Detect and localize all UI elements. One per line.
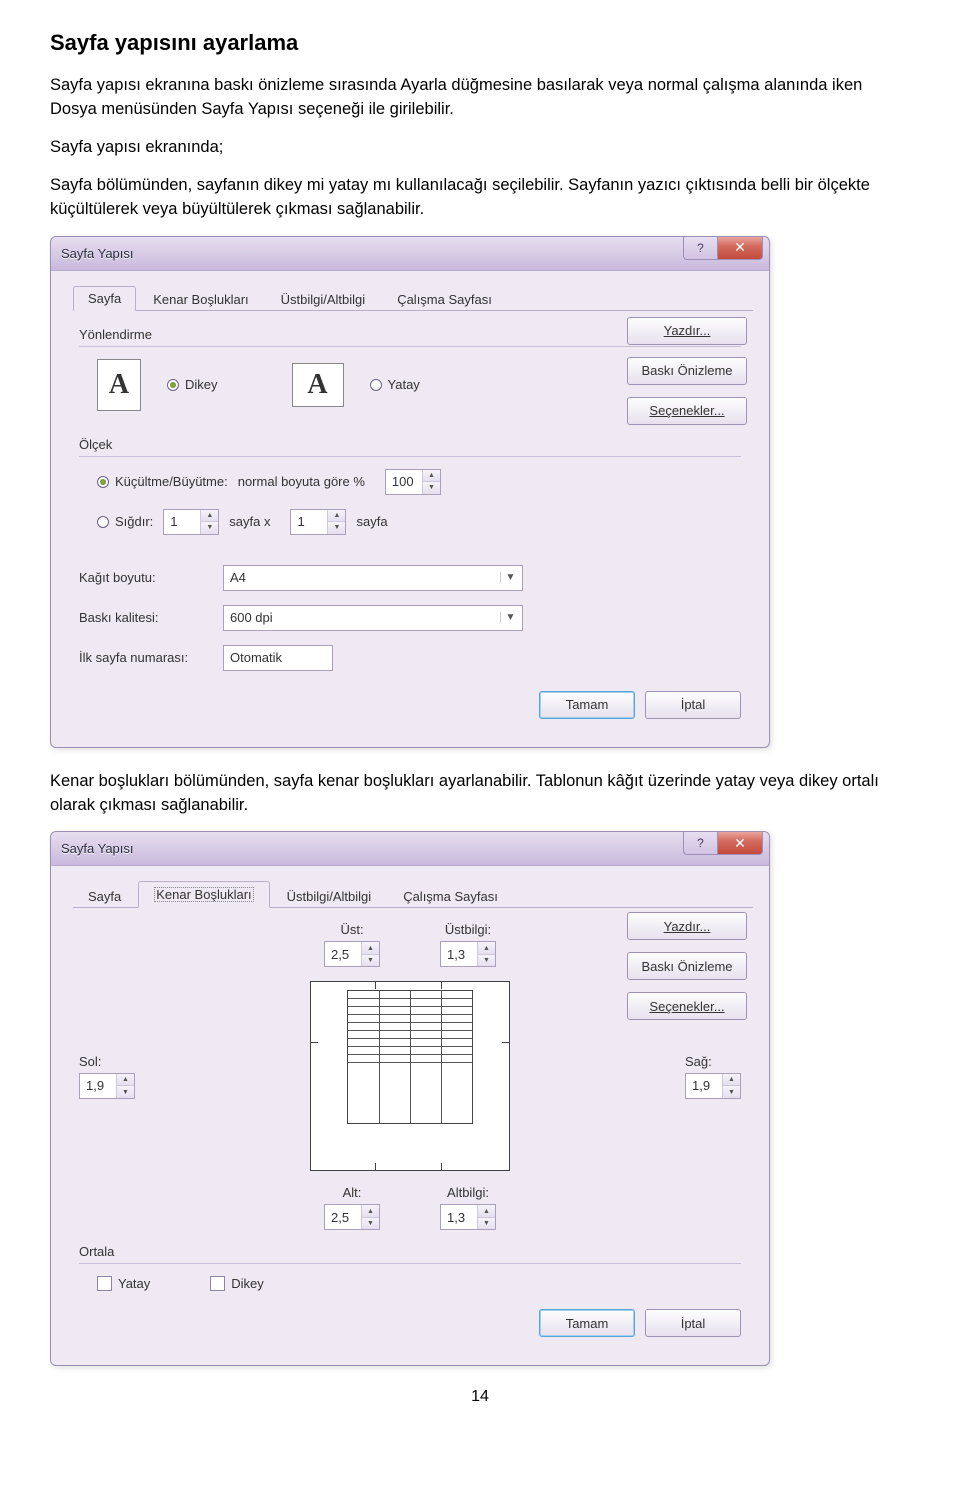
tabs: Sayfa Kenar Boşlukları Üstbilgi/Altbilgi… [73,880,753,908]
center-horizontal-checkbox[interactable]: Yatay [97,1276,150,1291]
header-margin-label: Üstbilgi: [445,922,491,937]
page-number: 14 [50,1388,910,1406]
fit-width-spinner[interactable]: 1 ▲▼ [163,509,219,535]
options-button[interactable]: Seçenekler... [627,992,747,1020]
print-quality-select[interactable]: 600 dpi▼ [223,605,523,631]
tab-calisma[interactable]: Çalışma Sayfası [382,287,507,311]
portrait-icon: A [97,359,141,411]
tab-calisma[interactable]: Çalışma Sayfası [388,884,513,908]
print-button[interactable]: Yazdır... [627,912,747,940]
header-margin-spinner[interactable]: 1,3 ▲▼ [440,941,496,967]
left-margin-spinner[interactable]: 1,9 ▲▼ [79,1073,135,1099]
right-margin-spinner[interactable]: 1,9 ▲▼ [685,1073,741,1099]
paragraph-4: Kenar boşlukları bölümünden, sayfa kenar… [50,770,910,818]
preview-button[interactable]: Baskı Önizleme [627,357,747,385]
first-page-input[interactable]: Otomatik [223,645,333,671]
help-button[interactable]: ? [683,236,717,260]
fit-tail-label: sayfa [356,514,387,529]
dialog-title: Sayfa Yapısı [61,841,134,856]
bottom-margin-label: Alt: [343,1185,362,1200]
tab-sayfa[interactable]: Sayfa [73,884,136,908]
fit-mid-label: sayfa x [229,514,270,529]
top-margin-spinner[interactable]: 2,5 ▲▼ [324,941,380,967]
titlebar: Sayfa Yapısı ? ✕ [51,237,769,271]
fit-height-spinner[interactable]: 1 ▲▼ [290,509,346,535]
heading: Sayfa yapısını ayarlama [50,30,910,56]
left-margin-label: Sol: [79,1054,101,1069]
tab-sayfa[interactable]: Sayfa [73,286,136,311]
options-button[interactable]: Seçenekler... [627,397,747,425]
tab-kenar[interactable]: Kenar Boşlukları [138,287,263,311]
preview-button[interactable]: Baskı Önizleme [627,952,747,980]
portrait-radio[interactable]: Dikey [167,377,218,392]
paper-size-select[interactable]: A4▼ [223,565,523,591]
print-button[interactable]: Yazdır... [627,317,747,345]
paragraph-2: Sayfa yapısı ekranında; [50,136,910,160]
zoom-spinner[interactable]: 100 ▲▼ [385,469,441,495]
titlebar: Sayfa Yapısı ? ✕ [51,832,769,866]
tab-kenar[interactable]: Kenar Boşlukları [138,881,269,908]
footer-margin-spinner[interactable]: 1,3 ▲▼ [440,1204,496,1230]
ok-button[interactable]: Tamam [539,691,635,719]
top-margin-label: Üst: [340,922,363,937]
tab-ustbilgi[interactable]: Üstbilgi/Altbilgi [266,287,381,311]
zoom-radio[interactable]: Küçültme/Büyütme: [97,474,228,489]
cancel-button[interactable]: İptal [645,691,741,719]
fit-radio[interactable]: Sığdır: [97,514,153,529]
tab-ustbilgi[interactable]: Üstbilgi/Altbilgi [272,884,387,908]
scale-group-label: Ölçek [79,437,741,452]
paper-size-label: Kağıt boyutu: [79,570,199,585]
page-setup-dialog-sayfa: Sayfa Yapısı ? ✕ Sayfa Kenar Boşlukları … [50,236,770,748]
zoom-desc: normal boyuta göre % [238,474,365,489]
first-page-label: İlk sayfa numarası: [79,650,199,665]
right-margin-label: Sağ: [685,1054,712,1069]
center-group-label: Ortala [79,1244,741,1259]
close-button[interactable]: ✕ [717,831,763,855]
landscape-radio[interactable]: Yatay [370,377,420,392]
page-setup-dialog-kenar: Sayfa Yapısı ? ✕ Sayfa Kenar Boşlukları … [50,831,770,1366]
cancel-button[interactable]: İptal [645,1309,741,1337]
close-button[interactable]: ✕ [717,236,763,260]
dialog-title: Sayfa Yapısı [61,246,134,261]
help-button[interactable]: ? [683,831,717,855]
paragraph-3: Sayfa bölümünden, sayfanın dikey mi yata… [50,174,910,222]
center-vertical-checkbox[interactable]: Dikey [210,1276,264,1291]
paragraph-1: Sayfa yapısı ekranına baskı önizleme sır… [50,74,910,122]
margin-preview [310,981,510,1171]
footer-margin-label: Altbilgi: [447,1185,489,1200]
bottom-margin-spinner[interactable]: 2,5 ▲▼ [324,1204,380,1230]
ok-button[interactable]: Tamam [539,1309,635,1337]
print-quality-label: Baskı kalitesi: [79,610,199,625]
landscape-icon: A [292,363,344,407]
tabs: Sayfa Kenar Boşlukları Üstbilgi/Altbilgi… [73,285,753,311]
